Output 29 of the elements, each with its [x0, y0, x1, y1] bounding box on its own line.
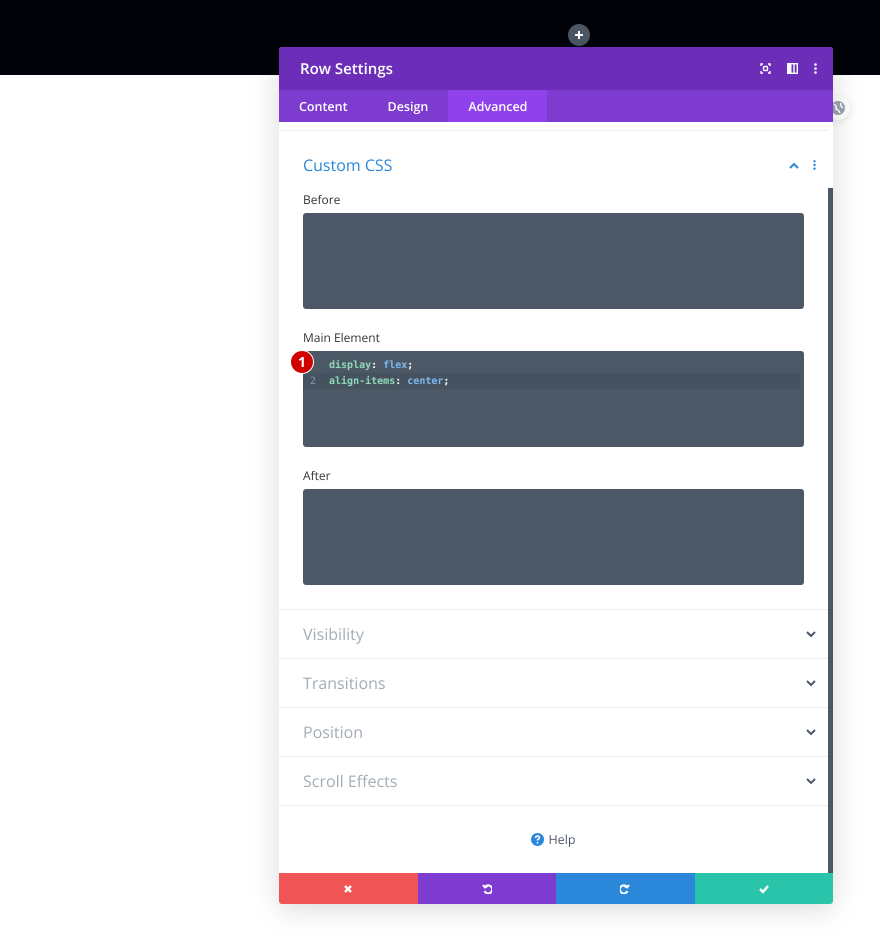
plus-icon[interactable] [574, 30, 584, 40]
field-label: Before [303, 191, 342, 208]
code-editor[interactable]: display: flex; 2 align-items: center; [303, 351, 804, 448]
check-icon [758, 884, 769, 894]
step-badge: 1 [290, 350, 314, 374]
undo-icon [482, 884, 492, 894]
help-link[interactable]: Help [525, 830, 582, 850]
tab[interactable]: Design [368, 90, 448, 122]
code-text: display: flex; [329, 360, 414, 371]
code-text: align-items: center; [329, 376, 450, 387]
chevron-down-icon[interactable] [806, 630, 816, 638]
field-label: After [303, 467, 332, 484]
section-title[interactable]: Custom CSS [303, 154, 789, 176]
chevron-down-icon[interactable] [806, 778, 816, 785]
columns-icon[interactable] [787, 63, 798, 74]
chevron-down-icon[interactable] [806, 728, 816, 736]
tab[interactable]: Advanced [448, 90, 548, 122]
line-number: 2 [308, 376, 318, 387]
help-icon [531, 833, 544, 846]
tab[interactable]: Content [279, 90, 368, 122]
more-icon[interactable] [814, 63, 817, 74]
fullscreen-icon[interactable] [760, 63, 771, 74]
more-icon[interactable] [813, 160, 816, 170]
field-label: Main Element [303, 329, 381, 346]
chevron-up-icon[interactable] [789, 162, 799, 169]
redo-icon [620, 884, 630, 894]
window-title: Row Settings [300, 58, 394, 79]
close-icon [344, 884, 352, 893]
chevron-down-icon[interactable] [806, 680, 816, 687]
